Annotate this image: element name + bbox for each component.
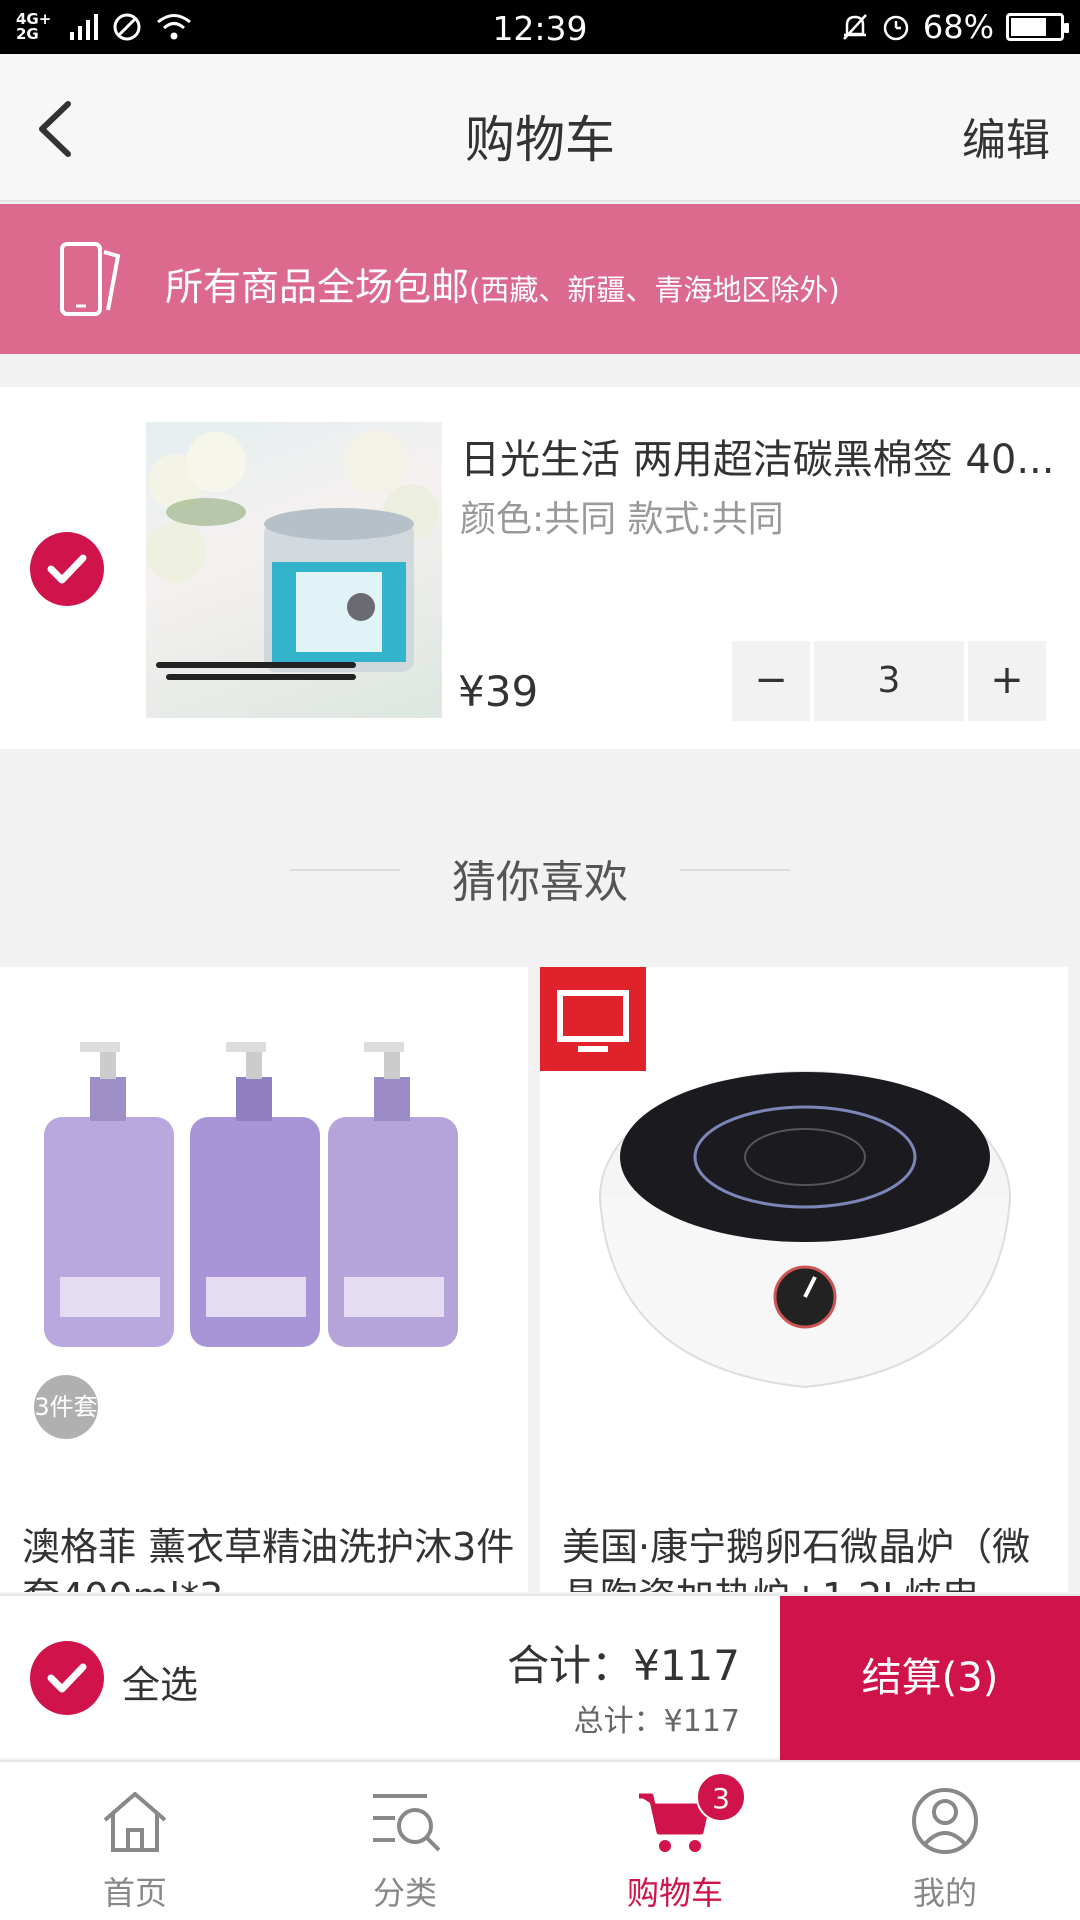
product-spec: 颜色:共同 款式:共同 <box>460 499 784 540</box>
category-search-icon <box>373 1794 441 1852</box>
notification-muted-icon <box>842 14 867 40</box>
tab-cart[interactable]: 购物车 <box>540 1762 810 1920</box>
recommend-title: 猜你喜欢 <box>452 857 628 908</box>
profile-icon <box>912 1788 978 1854</box>
banner-main-text: 所有商品全场包邮 <box>165 265 470 309</box>
tv-icon <box>557 990 629 1052</box>
alarm-icon <box>883 15 909 41</box>
select-all-checkbox[interactable] <box>30 1641 104 1715</box>
quantity-field[interactable]: 3 <box>814 641 964 721</box>
decrease-quantity-button[interactable]: − <box>732 641 810 721</box>
cotton-swab-product-illustration <box>146 430 439 680</box>
item-checkbox[interactable] <box>30 532 104 606</box>
tab-label: 我的 <box>912 1874 977 1912</box>
checkout-button[interactable]: 结算(3) <box>780 1596 1080 1760</box>
recommend-header: 猜你喜欢 <box>0 830 1080 910</box>
home-icon <box>103 1792 167 1852</box>
tab-label: 首页 <box>102 1874 167 1912</box>
edit-button[interactable]: 编辑 <box>962 104 1050 168</box>
tab-category[interactable]: 分类 <box>270 1762 540 1920</box>
status-bar: 4G+ 2G 12:39 68% <box>0 0 1080 54</box>
recommend-product-name[interactable]: 美国·康宁鹅卵石微晶炉（微晶陶瓷加热炉+1.2L炖盅+3.5L <box>562 1522 1062 1592</box>
tab-profile[interactable]: 我的 <box>810 1762 1080 1920</box>
checkmark-icon <box>47 1663 87 1693</box>
product-name[interactable]: 日光生活 两用超洁碳黑棉签 40... <box>460 427 1060 485</box>
divider-right <box>680 869 790 871</box>
checkmark-icon <box>47 554 87 584</box>
bottom-tab-bar: 首页 分类 购物车 我的 3 <box>0 1760 1080 1920</box>
cart-item: 日光生活 两用超洁碳黑棉签 40... 颜色:共同 款式:共同 ¥39 − 3 … <box>0 387 1080 749</box>
phone-icon <box>60 242 121 316</box>
tv-badge <box>540 967 646 1071</box>
banner-note: (西藏、新疆、青海地区除外) <box>469 273 840 307</box>
battery-percent: 68% <box>922 8 994 46</box>
quantity-stepper: − 3 + <box>732 641 1046 721</box>
cart-count-badge: 3 <box>696 1772 746 1822</box>
banner-text: 所有商品全场包邮(西藏、新疆、青海地区除外) <box>165 256 840 311</box>
status-right: 68% <box>841 8 1069 46</box>
product-image[interactable] <box>146 422 442 718</box>
total-amount: 总计：¥117 <box>573 1704 740 1739</box>
recommend-product-image[interactable]: 3件套 <box>0 967 528 1487</box>
navigation-header: 购物车 编辑 <box>0 54 1080 202</box>
increase-quantity-button[interactable]: + <box>968 641 1046 721</box>
recommend-card[interactable]: 3件套 澳格菲 薰衣草精油洗护沐3件套400ml*3 <box>0 967 528 1592</box>
battery-icon <box>1006 13 1069 41</box>
recommend-card[interactable]: 美国·康宁鹅卵石微晶炉（微晶陶瓷加热炉+1.2L炖盅+3.5L <box>540 967 1068 1592</box>
page-title: 购物车 <box>465 111 615 169</box>
select-all-label[interactable]: 全选 <box>122 1654 198 1709</box>
product-price: ¥39 <box>458 667 539 716</box>
recommend-product-image[interactable] <box>540 967 1068 1487</box>
sum-amount: 合计：¥117 <box>507 1641 740 1690</box>
set-badge: 3件套 <box>34 1375 98 1439</box>
tab-label: 分类 <box>372 1874 437 1912</box>
checkout-bar: 全选 合计：¥117 总计：¥117 结算(3) <box>0 1594 1080 1760</box>
tab-label: 购物车 <box>626 1874 723 1912</box>
free-shipping-banner: 所有商品全场包邮(西藏、新疆、青海地区除外) <box>0 204 1080 354</box>
recommend-product-name[interactable]: 澳格菲 薰衣草精油洗护沐3件套400ml*3 <box>22 1522 522 1592</box>
tab-home[interactable]: 首页 <box>0 1762 270 1920</box>
